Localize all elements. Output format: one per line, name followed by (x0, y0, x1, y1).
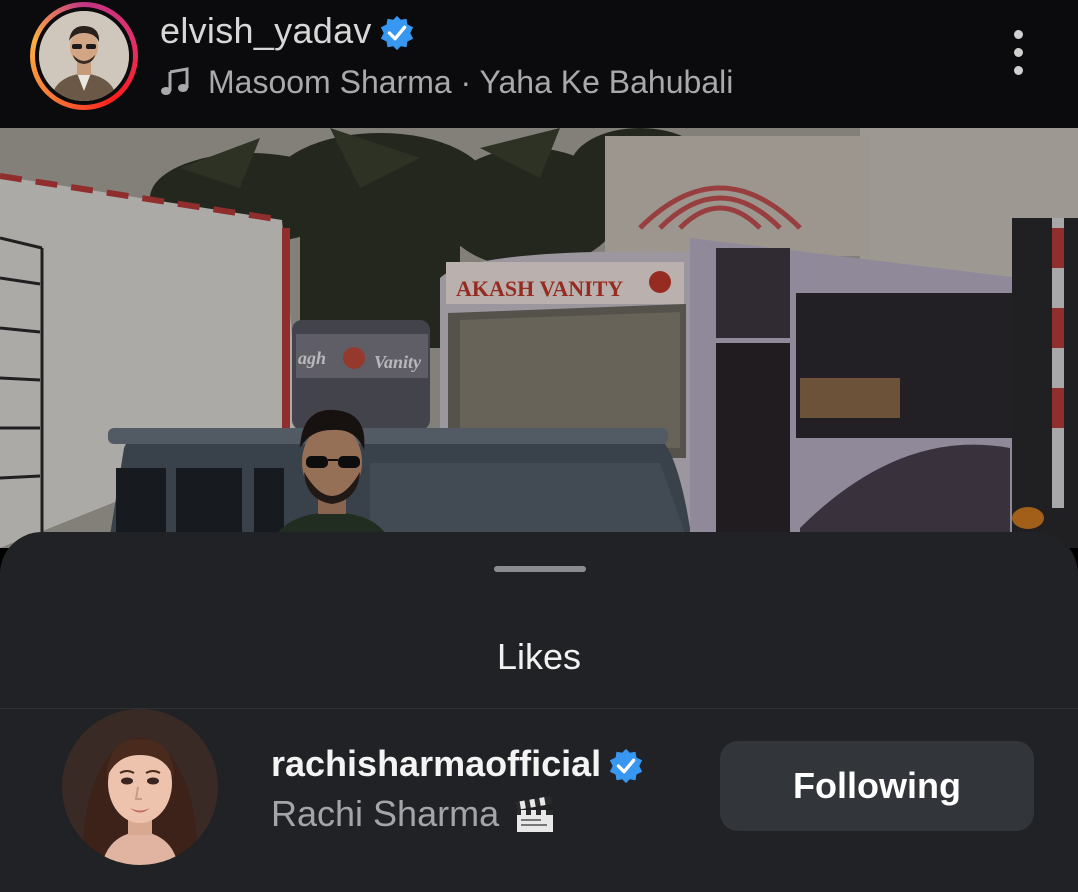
audio-track-label: Masoom Sharma · Yaha Ke Bahubali (208, 63, 734, 100)
audio-track[interactable]: Masoom Sharma · Yaha Ke Bahubali (160, 62, 733, 102)
sheet-drag-handle[interactable] (494, 566, 586, 572)
post-author-username[interactable]: elvish_yadav (160, 10, 372, 51)
liker-display-name: Rachi Sharma (271, 793, 557, 835)
post-photo[interactable]: agh Vanity AKASH VANITY (0, 128, 1078, 548)
clapper-board-icon (515, 795, 554, 832)
liker-username-text[interactable]: rachisharmaofficial (271, 743, 601, 784)
story-ring[interactable] (30, 2, 138, 110)
avatar-photo (62, 709, 218, 865)
avatar-photo (39, 11, 129, 101)
more-vertical-icon[interactable] (1005, 30, 1031, 82)
avatar[interactable] (62, 709, 218, 865)
liker-username[interactable]: rachisharmaofficial (271, 743, 645, 785)
post-author[interactable]: elvish_yadav (160, 10, 416, 52)
post-header: elvish_yadav Masoom Sharma · Yaha Ke Bah… (0, 0, 1078, 128)
verified-badge-icon (609, 749, 643, 784)
likes-sheet: Likes rachisharmaofficial Rachi Sharma F… (0, 532, 1078, 892)
avatar[interactable] (39, 11, 129, 101)
liker-display-name-text: Rachi Sharma (271, 793, 500, 834)
story-ring-inner (35, 7, 133, 105)
verified-badge-icon (380, 16, 413, 51)
music-note-icon (161, 67, 189, 95)
following-button[interactable]: Following (720, 741, 1034, 831)
sheet-title: Likes (496, 636, 582, 677)
list-item[interactable]: rachisharmaofficial Rachi Sharma Followi… (0, 709, 1078, 892)
post-photo-image: agh Vanity AKASH VANITY (0, 128, 1078, 548)
